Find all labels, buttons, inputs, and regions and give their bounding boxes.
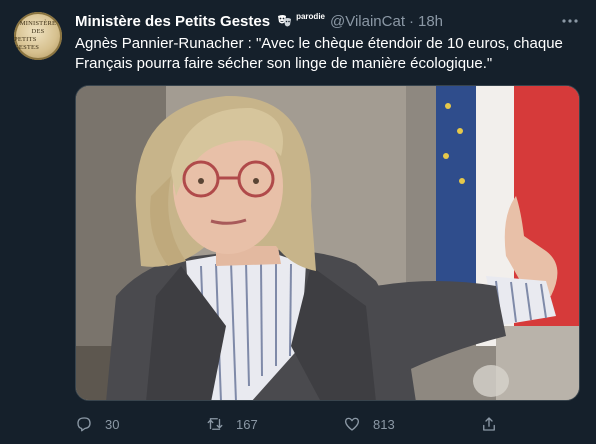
reply-button[interactable]: 30 bbox=[75, 412, 119, 436]
share-icon bbox=[483, 417, 495, 431]
tweet-actions: 30 167 813 bbox=[75, 412, 505, 436]
reply-count: 30 bbox=[105, 416, 120, 432]
retweet-button[interactable]: 167 bbox=[206, 412, 258, 436]
reply-icon bbox=[77, 417, 91, 432]
tweet-header: Ministère des Petits Gestes parodie @Vil… bbox=[75, 10, 443, 32]
share-button[interactable] bbox=[480, 412, 498, 436]
timestamp[interactable]: 18h bbox=[418, 13, 443, 30]
tweet[interactable]: MINISTÈRE DES PETITS GESTES Ministère de… bbox=[0, 0, 596, 444]
more-horizontal-icon[interactable] bbox=[560, 11, 580, 31]
like-button[interactable]: 813 bbox=[343, 412, 395, 436]
tweet-image[interactable] bbox=[75, 85, 580, 401]
retweet-count: 167 bbox=[236, 416, 258, 432]
avatar-text-line: DES bbox=[31, 28, 45, 35]
separator-dot: · bbox=[409, 12, 414, 30]
parody-label: parodie bbox=[296, 11, 325, 21]
tweet-text: Agnès Pannier-Runacher : "Avec le chèque… bbox=[75, 35, 563, 72]
retweet-icon bbox=[207, 418, 223, 430]
heart-icon bbox=[344, 417, 360, 431]
avatar[interactable]: MINISTÈRE DES PETITS GESTES bbox=[14, 12, 62, 60]
user-handle[interactable]: @VilainCat bbox=[330, 13, 405, 30]
masks-icon bbox=[278, 15, 292, 27]
photo-illustration bbox=[76, 86, 579, 400]
avatar-text-line: PETITS GESTES bbox=[14, 36, 40, 51]
avatar-text-line: MINISTÈRE bbox=[19, 20, 57, 27]
like-count: 813 bbox=[373, 416, 395, 432]
display-name[interactable]: Ministère des Petits Gestes bbox=[75, 13, 270, 30]
